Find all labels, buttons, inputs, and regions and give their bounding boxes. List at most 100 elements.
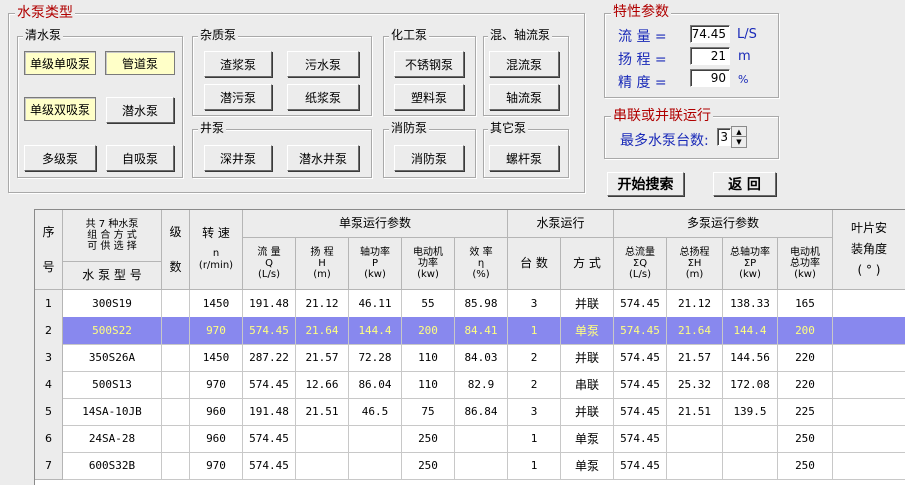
cell-q: 191.48	[243, 398, 296, 426]
cell-stage	[162, 317, 190, 345]
hdr-mode: 方 式	[561, 238, 614, 290]
cell-p: 86.04	[349, 371, 402, 399]
btn-pipeline-pump[interactable]: 管道泵	[105, 51, 175, 75]
btn-self-priming-pump[interactable]: 自吸泵	[106, 145, 174, 171]
btn-submersible-well-pump[interactable]: 潜水井泵	[287, 145, 359, 171]
cell-tm: 250	[778, 425, 833, 453]
btn-sewage-pump[interactable]: 污水泵	[287, 51, 359, 77]
hdr-blade: 叶片安 装角度 ( ° )	[833, 210, 905, 290]
table-row[interactable]: 5 14SA-10JB 960 191.48 21.51 46.5 75 86.84 3 并联 57…	[35, 398, 905, 426]
hdr-stage: 级 数	[162, 210, 190, 290]
btn-mixed-flow-pump[interactable]: 混流泵	[489, 51, 559, 77]
table-row[interactable]: 4 500S13 970 574.45 12.66 86.04 110 82.9 2 串联 574.…	[35, 371, 905, 399]
cell-tq: 574.45	[614, 344, 667, 372]
cell-h	[296, 425, 349, 453]
table-row[interactable]: 3 350S26A 1450 287.22 21.57 72.28 110 84.03 2 并联 5…	[35, 344, 905, 372]
accuracy-input[interactable]: 90	[690, 69, 730, 87]
hdr-total-motor: 电动机 总功率 (kw)	[778, 238, 833, 290]
cell-motor: 250	[402, 425, 455, 453]
cell-motor: 250	[402, 452, 455, 480]
cell-speed: 960	[190, 425, 243, 453]
table-row[interactable]: 1 300S19 1450 191.48 21.12 46.11 55 85.98 3 并联 574…	[35, 290, 905, 318]
hdr-speed: 转 速 n (r/min)	[190, 210, 243, 290]
max-pumps-input[interactable]: 3	[717, 128, 731, 146]
spin-down-icon[interactable]: ▼	[732, 137, 746, 147]
cell-h: 21.57	[296, 344, 349, 372]
cell-h	[296, 452, 349, 480]
cell-speed: 970	[190, 317, 243, 345]
hdr-multi-group: 多泵运行参数	[614, 210, 833, 238]
series-title: 串联或并联运行	[611, 108, 713, 124]
cell-th: 21.57	[667, 344, 723, 372]
cell-h: 21.51	[296, 398, 349, 426]
results-grid: 序 号 共 7 种水泵 组 合 方 式 可 供 选 择 水 泵 型 号 级 数 …	[34, 209, 905, 485]
btn-single-stage-double-suction[interactable]: 单级双吸泵	[24, 97, 96, 121]
cell-model: 300S19	[63, 290, 162, 318]
flow-unit: L/S	[737, 27, 757, 42]
cell-stage	[162, 290, 190, 318]
hdr-shaft: 轴功率 P (kw)	[349, 238, 402, 290]
head-label: 扬 程 =	[618, 52, 667, 68]
cell-stage	[162, 425, 190, 453]
fire-title: 消防泵	[389, 121, 430, 135]
hdr-total-flow: 总流量 ΣQ (L/s)	[614, 238, 667, 290]
spin-up-icon[interactable]: ▲	[732, 127, 746, 137]
cell-tm: 220	[778, 371, 833, 399]
btn-submersible-sewage-pump[interactable]: 潜污泵	[204, 84, 272, 110]
btn-pulp-pump[interactable]: 纸浆泵	[287, 84, 359, 110]
btn-deep-well-pump[interactable]: 深井泵	[204, 145, 272, 171]
btn-fire-pump[interactable]: 消防泵	[394, 145, 464, 171]
clear-water-title: 清水泵	[23, 28, 64, 42]
cell-blade	[833, 425, 905, 453]
flow-input[interactable]: 74.45	[690, 25, 730, 43]
btn-axial-flow-pump[interactable]: 轴流泵	[489, 84, 559, 110]
cell-tq: 574.45	[614, 398, 667, 426]
cell-speed: 960	[190, 398, 243, 426]
table-row[interactable]: 6 24SA-28 960 574.45 250 1 单泵 574.45 250	[35, 425, 905, 453]
btn-plastic-pump[interactable]: 塑料泵	[394, 84, 464, 110]
btn-submersible-pump[interactable]: 潜水泵	[106, 97, 174, 123]
cell-tq: 574.45	[614, 425, 667, 453]
cell-tm: 225	[778, 398, 833, 426]
cell-blade	[833, 452, 905, 480]
cell-q: 574.45	[243, 317, 296, 345]
btn-single-stage-single-suction[interactable]: 单级单吸泵	[24, 51, 96, 75]
cell-tm: 200	[778, 317, 833, 345]
cell-model: 600S32B	[63, 452, 162, 480]
cell-model: 350S26A	[63, 344, 162, 372]
cell-eff: 84.03	[455, 344, 508, 372]
btn-stainless-pump[interactable]: 不锈钢泵	[394, 51, 464, 77]
cell-tp	[723, 425, 778, 453]
table-row[interactable]: 2 500S22 970 574.45 21.64 144.4 200 84.41 1 单泵 574…	[35, 317, 905, 345]
cell-stage	[162, 398, 190, 426]
table-row[interactable]: 7 600S32B 970 574.45 250 1 单泵 574.45 250	[35, 452, 905, 480]
btn-screw-pump[interactable]: 螺杆泵	[489, 145, 559, 171]
cell-tp: 139.5	[723, 398, 778, 426]
search-button[interactable]: 开始搜索	[607, 172, 684, 196]
btn-slurry-pump[interactable]: 渣浆泵	[204, 51, 272, 77]
cell-th: 21.51	[667, 398, 723, 426]
cell-q: 574.45	[243, 371, 296, 399]
max-pumps-spinner[interactable]: ▲ ▼	[731, 126, 747, 148]
btn-multistage-pump[interactable]: 多级泵	[24, 145, 96, 171]
impurity-title: 杂质泵	[198, 28, 239, 42]
cell-tp: 172.08	[723, 371, 778, 399]
chemical-title: 化工泵	[389, 28, 430, 42]
cell-model: 500S22	[63, 317, 162, 345]
cell-h: 21.12	[296, 290, 349, 318]
cell-p: 72.28	[349, 344, 402, 372]
well-title: 井泵	[198, 121, 227, 135]
cell-tq: 574.45	[614, 290, 667, 318]
cell-stage	[162, 452, 190, 480]
head-input[interactable]: 21	[690, 47, 730, 65]
cell-blade	[833, 344, 905, 372]
cell-motor: 55	[402, 290, 455, 318]
cell-th	[667, 425, 723, 453]
back-button[interactable]: 返 回	[713, 172, 776, 196]
cell-count: 2	[508, 344, 561, 372]
cell-tp: 144.56	[723, 344, 778, 372]
cell-count: 1	[508, 452, 561, 480]
cell-eff	[455, 452, 508, 480]
hdr-count: 台 数	[508, 238, 561, 290]
cell-no: 7	[35, 452, 63, 480]
